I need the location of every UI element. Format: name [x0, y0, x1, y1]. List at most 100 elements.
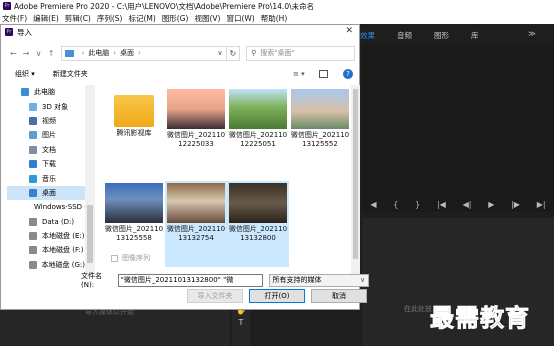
nav-item[interactable]: 图片 — [7, 128, 85, 142]
filename-field[interactable]: "微信图片_20211013132800" "微 — [117, 273, 263, 287]
nav-item[interactable]: Data (D:) — [7, 215, 85, 229]
menu-window[interactable]: 窗口(W) — [226, 13, 254, 24]
dialog-title: 导入 — [17, 27, 32, 37]
panel-tabs: 效果 音频 图形 库 ≫ — [360, 29, 536, 41]
navigation-scrollbar[interactable] — [85, 85, 95, 277]
address-row: ← → ∨ ↑ › 此电脑 › 桌面 › ∨ ↻ ⚲ 搜索"桌面" — [7, 45, 355, 61]
up-arrow-icon[interactable]: ↑ — [45, 49, 58, 58]
dialog-titlebar[interactable]: Pr 导入 — [1, 25, 359, 39]
chevron-down-icon: ∨ — [359, 276, 366, 284]
nav-item[interactable]: Windows-SSD ( — [7, 200, 88, 214]
breadcrumb-this-pc[interactable]: 此电脑 — [88, 48, 109, 58]
file-item[interactable]: 微信图片_20211013125552 — [289, 87, 351, 173]
tab-libraries[interactable]: 库 — [471, 30, 479, 41]
view-options-icon[interactable]: ≡ ▾ — [293, 70, 305, 78]
back-arrow-icon[interactable]: ← — [7, 49, 20, 58]
import-folder-button[interactable]: 导入文件夹 — [187, 289, 243, 303]
breadcrumb-desktop[interactable]: 桌面 — [120, 48, 134, 58]
image-thumbnail — [167, 183, 225, 223]
tab-effects[interactable]: 效果 — [360, 30, 375, 41]
nav-item[interactable]: 3D 对象 — [7, 99, 85, 113]
step-back-icon[interactable]: ◀ — [370, 200, 376, 209]
file-name: 微信图片_20211012225051 — [228, 131, 288, 148]
preview-pane-icon[interactable] — [319, 70, 328, 78]
nav-item-label: 下载 — [42, 160, 56, 169]
app-menubar: 文件(F) 编辑(E) 剪辑(C) 序列(S) 标记(M) 图形(G) 视图(V… — [0, 12, 554, 24]
go-to-in-icon[interactable]: |◀ — [437, 200, 446, 209]
image-thumbnail — [291, 89, 349, 129]
recent-dropdown-icon[interactable]: ∨ — [32, 49, 45, 58]
cancel-button[interactable]: 取消 — [311, 289, 367, 303]
image-thumbnail — [167, 89, 225, 129]
image-thumbnail — [229, 183, 287, 223]
menu-help[interactable]: 帮助(H) — [261, 13, 288, 24]
nav-item[interactable]: 文档 — [7, 143, 85, 157]
search-input[interactable]: ⚲ 搜索"桌面" — [246, 45, 355, 61]
go-to-out-icon[interactable]: ▶| — [537, 200, 546, 209]
file-item[interactable]: 微信图片_20211013132800 — [227, 181, 289, 267]
step-forward-frame-icon[interactable]: |▶ — [511, 200, 520, 209]
folder-item[interactable]: 腾讯影视库 — [103, 87, 165, 157]
nav-item-label: 音乐 — [42, 174, 56, 183]
watermark-logo: 最需教育 — [430, 303, 530, 333]
import-dialog: Pr 导入 ✕ ← → ∨ ↑ › 此电脑 › 桌面 › ∨ ↻ ⚲ 搜索"桌面… — [0, 24, 370, 310]
nav-item[interactable]: 本地磁盘 (G:) — [7, 258, 85, 272]
nav-item-label: 本地磁盘 (G:) — [41, 260, 85, 269]
nav-item[interactable]: 音乐 — [7, 171, 85, 185]
play-icon[interactable]: ▶ — [488, 200, 494, 209]
close-icon[interactable]: ✕ — [345, 26, 353, 36]
menu-clip[interactable]: 剪辑(C) — [65, 13, 91, 24]
organize-button[interactable]: 组织 ▾ — [15, 69, 35, 79]
menu-markers[interactable]: 标记(M) — [128, 13, 155, 24]
nav-item-label: Windows-SSD ( — [34, 203, 88, 212]
menu-graphics[interactable]: 图形(G) — [162, 13, 189, 24]
open-button[interactable]: 打开(O) — [249, 289, 305, 303]
file-item[interactable]: 微信图片_20211012225051 — [227, 87, 289, 173]
refresh-icon[interactable]: ↻ — [226, 45, 241, 61]
address-bar[interactable]: › 此电脑 › 桌面 › ∨ — [61, 45, 227, 61]
3d-objects-icon — [29, 102, 37, 111]
tab-audio[interactable]: 音频 — [397, 30, 412, 41]
image-sequence-checkbox[interactable] — [111, 254, 118, 262]
nav-item[interactable]: 本地磁盘 (E:) — [7, 229, 85, 243]
nav-item[interactable]: 此电脑 — [7, 85, 85, 99]
file-name: 微信图片_20211013125558 — [104, 225, 164, 242]
file-type-select[interactable]: 所有支持的媒体 ∨ — [268, 273, 370, 287]
nav-item[interactable]: 桌面 — [7, 185, 85, 201]
nav-item-label: 3D 对象 — [42, 102, 69, 111]
file-item[interactable]: 微信图片_20211013132754 — [165, 181, 227, 267]
help-icon[interactable]: ? — [343, 69, 353, 79]
file-item[interactable]: 微信图片_20211012225033 — [165, 87, 227, 173]
panel-overflow-icon[interactable]: ≫ — [528, 29, 536, 38]
nav-item-label: 桌面 — [42, 188, 56, 197]
new-folder-button[interactable]: 新建文件夹 — [53, 69, 88, 79]
mark-out-icon[interactable]: } — [415, 200, 420, 209]
menu-view[interactable]: 视图(V) — [194, 13, 220, 24]
step-back-frame-icon[interactable]: ◀| — [463, 200, 472, 209]
file-name: 微信图片_20211013132754 — [166, 225, 226, 242]
nav-item[interactable]: 视频 — [7, 114, 85, 128]
nav-item[interactable]: 下载 — [7, 157, 85, 171]
mark-in-icon[interactable]: { — [393, 200, 398, 209]
video-folder-icon — [29, 116, 37, 125]
nav-item[interactable]: 本地磁盘 (F:) — [7, 243, 85, 257]
type-tool-icon[interactable]: T — [239, 318, 244, 327]
nav-item-label: Data (D:) — [42, 217, 75, 226]
image-thumbnail — [105, 183, 163, 223]
menu-edit[interactable]: 编辑(E) — [33, 13, 59, 24]
menu-file[interactable]: 文件(F) — [2, 13, 27, 24]
music-icon — [29, 174, 37, 183]
nav-item-label: 图片 — [42, 131, 56, 140]
file-name: 微信图片_20211013132800 — [228, 225, 288, 242]
drive-icon — [29, 246, 37, 255]
chevron-down-icon[interactable]: ∨ — [217, 49, 222, 57]
transport-controls: ◀ { } |◀ ◀| ▶ |▶ ▶| — [362, 198, 554, 210]
drive-icon — [29, 217, 37, 226]
file-list-scrollbar[interactable] — [351, 85, 360, 275]
file-name: 腾讯影视库 — [116, 129, 152, 137]
menu-sequence[interactable]: 序列(S) — [97, 13, 123, 24]
tab-graphics[interactable]: 图形 — [434, 30, 449, 41]
image-sequence-label: 图像序列 — [122, 254, 150, 262]
forward-arrow-icon[interactable]: → — [20, 49, 33, 58]
app-title: Adobe Premiere Pro 2020 - C:\用户\LENOVO\文… — [14, 1, 315, 11]
